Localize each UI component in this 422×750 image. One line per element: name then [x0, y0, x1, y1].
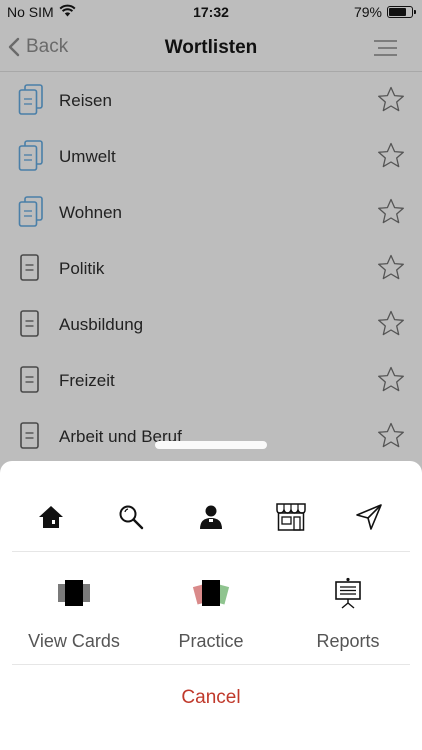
page-title: Wortlisten: [164, 37, 258, 58]
navigation-bar: Back Wortlisten: [0, 24, 422, 72]
list-item-label: Freizeit: [59, 371, 115, 390]
star-icon[interactable]: [377, 198, 405, 230]
tab-icon-row: [0, 501, 422, 533]
multi-document-icon: [18, 84, 44, 121]
star-icon[interactable]: [377, 142, 405, 174]
action-sheet: View Cards Practice Reports Cancel: [0, 461, 422, 750]
list-item-label: Wohnen: [59, 203, 123, 222]
multi-document-icon: [18, 140, 44, 177]
battery-icon: [387, 6, 416, 18]
multi-document-icon: [18, 196, 44, 233]
word-list: Reisen Umwelt Wohnen Politik Ausbildung Freiz…: [0, 72, 422, 464]
star-icon[interactable]: [377, 86, 405, 118]
practice-button[interactable]: Practice: [141, 571, 281, 652]
practice-icon: [141, 571, 281, 615]
home-icon[interactable]: [33, 501, 69, 533]
list-item[interactable]: Freizeit: [0, 352, 422, 408]
star-icon[interactable]: [377, 254, 405, 286]
cancel-button[interactable]: Cancel: [0, 687, 422, 709]
menu-icon[interactable]: [372, 38, 398, 63]
document-icon: [18, 420, 44, 457]
store-icon[interactable]: [273, 501, 309, 533]
document-icon: [18, 252, 44, 289]
practice-label: Practice: [178, 631, 244, 651]
star-icon[interactable]: [377, 310, 405, 342]
view-cards-button[interactable]: View Cards: [4, 571, 144, 652]
list-item-label: Ausbildung: [59, 315, 144, 334]
send-icon[interactable]: [351, 501, 387, 533]
search-icon[interactable]: [113, 501, 149, 533]
star-icon[interactable]: [377, 366, 405, 398]
user-icon[interactable]: [193, 501, 229, 533]
star-icon[interactable]: [377, 422, 405, 454]
list-item[interactable]: Ausbildung: [0, 296, 422, 352]
reports-button[interactable]: Reports: [278, 571, 418, 652]
sheet-grabber[interactable]: [155, 441, 267, 449]
list-item[interactable]: Reisen: [0, 72, 422, 128]
list-item[interactable]: Wohnen: [0, 184, 422, 240]
reports-icon: [278, 571, 418, 615]
divider: [12, 664, 410, 665]
list-item-label: Umwelt: [59, 147, 116, 166]
cards-icon: [4, 571, 144, 615]
list-item[interactable]: Politik: [0, 240, 422, 296]
list-item-label: Politik: [59, 259, 105, 278]
status-bar: No SIM 17:32 79%: [0, 0, 422, 24]
action-row: View Cards Practice Reports: [0, 571, 422, 661]
document-icon: [18, 308, 44, 345]
reports-label: Reports: [316, 631, 380, 651]
list-item-label: Reisen: [59, 91, 112, 110]
document-icon: [18, 364, 44, 401]
battery-percent: 79%: [353, 4, 382, 20]
list-item[interactable]: Umwelt: [0, 128, 422, 184]
list-item[interactable]: Arbeit und Beruf: [0, 408, 422, 464]
divider: [12, 551, 410, 552]
view-cards-label: View Cards: [28, 631, 120, 651]
